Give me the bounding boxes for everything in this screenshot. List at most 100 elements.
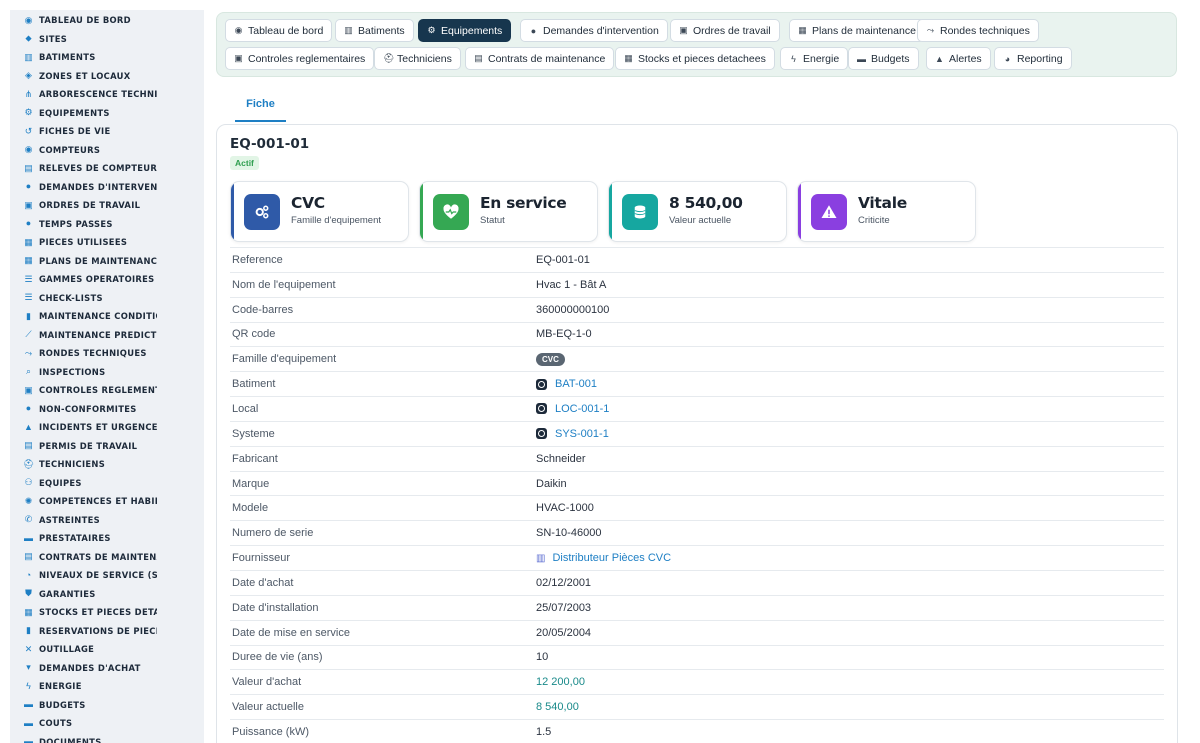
detail-row: Marque Daikin — [230, 470, 1164, 496]
sidebar-item-demandes-d-intervent[interactable]: ● DEMANDES D'INTERVENT — [24, 179, 202, 195]
cart-icon: ▾ — [26, 662, 31, 672]
sidebar-item-controles-reglement[interactable]: ▣ CONTROLES REGLEMENT — [24, 382, 202, 398]
thermometer-icon: ▮ — [26, 310, 31, 321]
nav-label: Plans de maintenance — [812, 24, 916, 37]
sidebar-item-incidents-et-urgences[interactable]: ▲ INCIDENTS ET URGENCES — [24, 419, 202, 435]
nav-plans-de-maintenance[interactable]: ▦ Plans de maintenance — [789, 19, 925, 42]
detail-key: Famille d'equipement — [232, 353, 337, 366]
value-text: 10 — [536, 651, 549, 664]
sidebar-item-plans-de-maintenance[interactable]: ▦ PLANS DE MAINTENANCE — [24, 253, 202, 269]
nav-label: Alertes — [949, 52, 982, 65]
sidebar-item-non-conformites[interactable]: ● NON-CONFORMITES — [24, 401, 202, 417]
detail-value[interactable]: LOC-001-1 — [536, 403, 609, 415]
nav-label: Batiments — [358, 24, 405, 37]
detail-value: 8 540,00 — [536, 701, 579, 713]
sidebar-item-compteurs[interactable]: ◉ COMPTEURS — [24, 142, 202, 158]
detail-row: Local LOC-001-1 — [230, 396, 1164, 421]
nav-budgets[interactable]: ▬ Budgets — [848, 47, 919, 70]
coins-icon — [622, 194, 658, 230]
detail-value[interactable]: SYS-001-1 — [536, 428, 609, 440]
sidebar-item-astreintes[interactable]: ✆ ASTREINTES — [24, 512, 202, 528]
clipboard-check-icon: ▣ — [24, 384, 33, 395]
sidebar-item-documents[interactable]: ▬ DOCUMENTS — [24, 734, 202, 743]
sidebar-item-label: DOCUMENTS — [39, 736, 102, 743]
nav-energie[interactable]: ϟ Energie — [780, 47, 849, 70]
sidebar-item-pieces-utilisees[interactable]: ▦ PIECES UTILISEES — [24, 234, 202, 250]
nav-alertes[interactable]: ▲ Alertes — [926, 47, 991, 70]
sidebar-item-label: DEMANDES D'INTERVENT — [39, 181, 157, 192]
sidebar-item-arborescence-techni[interactable]: ⋔ ARBORESCENCE TECHNI — [24, 86, 202, 102]
detail-key: Batiment — [232, 378, 276, 391]
sidebar-item-contrats-de-maintena[interactable]: ▤ CONTRATS DE MAINTENA — [24, 549, 202, 565]
contract-icon: ▤ — [474, 53, 483, 63]
sidebar-item-batiments[interactable]: ▥ BATIMENTS — [24, 49, 202, 65]
detail-row: Famille d'equipement CVC — [230, 346, 1164, 371]
detail-value: Schneider — [536, 453, 586, 465]
detail-value[interactable]: ▥ Distributeur Pièces CVC — [536, 552, 671, 564]
sidebar-item-fiches-de-vie[interactable]: ↺ FICHES DE VIE — [24, 123, 202, 139]
sidebar-item-outillage[interactable]: ✕ OUTILLAGE — [24, 641, 202, 657]
detail-key: Date d'installation — [232, 601, 319, 614]
sidebar-item-competences-et-habil[interactable]: ✺ COMPETENCES ET HABIL — [24, 493, 202, 509]
supplier-link[interactable]: Distributeur Pièces CVC — [552, 552, 671, 564]
sidebar-item-label: TECHNICIENS — [39, 459, 106, 469]
question-icon: ● — [25, 181, 32, 191]
sidebar-item-equipements[interactable]: ⚙ EQUIPEMENTS — [24, 105, 202, 121]
sidebar-item-garanties[interactable]: ⛊ GARANTIES — [24, 586, 202, 602]
nav-equipements[interactable]: ⚙ Equipements — [418, 19, 512, 42]
nav-rondes-techniques[interactable]: ⤳ Rondes techniques — [917, 19, 1039, 42]
nav-techniciens[interactable]: ⛑ Techniciens — [374, 47, 461, 70]
reference-link[interactable]: BAT-001 — [555, 378, 597, 390]
nav-label: Equipements — [441, 24, 503, 37]
sidebar-item-gammes-operatoires[interactable]: ☰ GAMMES OPERATOIRES — [24, 271, 202, 287]
detail-key: Modele — [232, 502, 269, 515]
nav-stocks-et-pieces-detachees[interactable]: ▦ Stocks et pieces detachees — [615, 47, 775, 70]
sidebar-item-label: CONTRATS DE MAINTENA — [39, 551, 157, 562]
sidebar-item-label: SITES — [39, 33, 68, 44]
sidebar-item-budgets[interactable]: ▬ BUDGETS — [24, 697, 202, 713]
nav-contrats-de-maintenance[interactable]: ▤ Contrats de maintenance — [465, 47, 615, 70]
sidebar-item-ordres-de-travail[interactable]: ▣ ORDRES DE TRAVAIL — [24, 197, 202, 213]
detail-value: HVAC-1000 — [536, 502, 594, 514]
nav-reporting[interactable]: ◕ Reporting — [994, 47, 1072, 70]
building-icon: ▥ — [24, 51, 33, 62]
sidebar-item-zones-et-locaux[interactable]: ◈ ZONES ET LOCAUX — [24, 68, 202, 84]
sidebar-item-label: PLANS DE MAINTENANCE — [39, 255, 157, 266]
sidebar-item-label: ARBORESCENCE TECHNI — [39, 89, 157, 99]
sidebar-item-reservations-de-piece[interactable]: ▮ RESERVATIONS DE PIECE — [24, 623, 202, 639]
nav-controles-reglementaires[interactable]: ▣ Controles reglementaires — [225, 47, 375, 70]
folder-icon: ▬ — [24, 736, 33, 743]
value-text: 20/05/2004 — [536, 626, 592, 639]
sidebar-item-techniciens[interactable]: ⛑ TECHNICIENS — [24, 456, 202, 472]
sidebar-item-maintenance-predicti[interactable]: ⟋ MAINTENANCE PREDICTI — [24, 327, 202, 343]
detail-key: Code-barres — [232, 303, 294, 316]
sidebar-item-maintenance-conditio[interactable]: ▮ MAINTENANCE CONDITIO — [24, 308, 202, 324]
sidebar-item-prestataires[interactable]: ▬ PRESTATAIRES — [24, 530, 202, 546]
sidebar-item-sites[interactable]: ⬥ SITES — [24, 31, 202, 47]
sidebar-item-releves-de-compteurs[interactable]: ▤ RELEVES DE COMPTEURS — [24, 160, 202, 176]
sidebar-item-couts[interactable]: ▬ COUTS — [24, 715, 202, 731]
sidebar-item-rondes-techniques[interactable]: ⤳ RONDES TECHNIQUES — [24, 345, 202, 361]
sidebar-item-inspections[interactable]: ⌕ INSPECTIONS — [24, 364, 202, 380]
nav-demandes-d-intervention[interactable]: ● Demandes d'intervention — [520, 19, 668, 42]
sidebar-item-tableau-de-bord[interactable]: ◉ TABLEAU DE BORD — [24, 12, 202, 28]
reference-link[interactable]: LOC-001-1 — [555, 403, 609, 415]
detail-value: 25/07/2003 — [536, 602, 591, 614]
list-icon: ☰ — [24, 273, 33, 284]
nav-batiments[interactable]: ▥ Batiments — [335, 19, 414, 42]
sidebar-item-demandes-d-achat[interactable]: ▾ DEMANDES D'ACHAT — [24, 660, 202, 676]
sidebar-item-permis-de-travail[interactable]: ▤ PERMIS DE TRAVAIL — [24, 438, 202, 454]
sidebar-item-niveaux-de-service-sl[interactable]: ◔ NIVEAUX DE SERVICE (SL — [24, 567, 202, 583]
detail-value[interactable]: BAT-001 — [536, 378, 597, 390]
nav-label: Reporting — [1017, 52, 1063, 65]
sidebar-item-check-lists[interactable]: ☰ CHECK-LISTS — [24, 290, 202, 306]
sidebar-item-temps-passes[interactable]: ● TEMPS PASSES — [24, 216, 202, 232]
sidebar-item-energie[interactable]: ϟ ENERGIE — [24, 678, 202, 694]
sidebar-item-stocks-et-pieces-deta[interactable]: ▦ STOCKS ET PIECES DETA — [24, 604, 202, 620]
sidebar-item-equipes[interactable]: ⚇ EQUIPES — [24, 475, 202, 491]
tab-fiche[interactable]: Fiche — [235, 94, 286, 122]
nav-label: Demandes d'intervention — [543, 24, 659, 37]
nav-ordres-de-travail[interactable]: ▣ Ordres de travail — [670, 19, 780, 42]
reference-link[interactable]: SYS-001-1 — [555, 428, 609, 440]
nav-tableau-de-bord[interactable]: ◉ Tableau de bord — [225, 19, 333, 42]
